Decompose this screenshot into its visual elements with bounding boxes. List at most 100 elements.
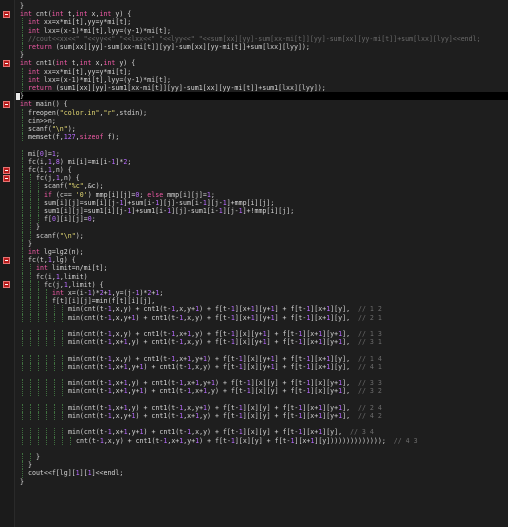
code-line[interactable]: }: [16, 51, 508, 59]
code-line[interactable]: [16, 396, 508, 404]
code-token: fc(t,: [28, 256, 48, 265]
indent-guide: [30, 379, 31, 388]
code-line[interactable]: min(cnt(t-1,x,y+1) + cnt1(t-1,x,y) + f[t…: [16, 314, 508, 322]
code-line[interactable]: [16, 420, 508, 428]
code-token: ,x,y+: [183, 403, 204, 412]
code-token: ,x+: [175, 330, 188, 338]
code-line[interactable]: f[0][i][j]=0;: [16, 215, 508, 223]
indent-guide: [22, 84, 23, 93]
code-line[interactable]: min(cnt(t-1,x+1,y) + cnt1(t-1,x,y) + f[t…: [16, 338, 508, 346]
code-line[interactable]: min(cnt(t-1,x+1,y) + cnt1(t-1,x+1,y+1) +…: [16, 379, 508, 387]
fold-toggle-icon[interactable]: [3, 174, 10, 182]
indent-guide: [30, 338, 31, 347]
code-token: ,y) + cnt1(t-: [127, 403, 180, 412]
indent-guide: [22, 125, 23, 134]
code-line[interactable]: }: [16, 453, 508, 461]
indent-guide: [30, 289, 31, 298]
code-token: ][x][y] + f[t-: [242, 403, 299, 412]
code-editor[interactable]: } int cnt(int t,int x,int y) {int xx=x*mi…: [0, 0, 508, 527]
code-token: ][x+: [310, 305, 327, 314]
code-line[interactable]: }: [16, 223, 508, 231]
code-token: mi[: [28, 149, 40, 158]
code-line[interactable]: fc(i,1,n) {: [16, 166, 508, 174]
fold-toggle-icon[interactable]: [3, 100, 10, 108]
code-line[interactable]: }: [16, 478, 508, 486]
code-line[interactable]: [16, 322, 508, 330]
code-line[interactable]: mi[0]=1;: [16, 150, 508, 158]
code-token: ],: [342, 412, 351, 420]
code-line[interactable]: f[t][i][j]=min(f[t][i][j],: [16, 297, 508, 305]
code-line[interactable]: int limit=n/mi[t];: [16, 264, 508, 272]
code-token: int: [20, 59, 36, 68]
indent-guide: [62, 379, 63, 388]
indent-guide: [22, 354, 23, 363]
fold-toggle-icon[interactable]: [3, 59, 10, 67]
code-token: ) + cnt1(t-: [143, 387, 188, 396]
code-token: f[t][i][j]=min(f[t][i][j],: [52, 297, 156, 306]
code-token: freopen(: [28, 108, 60, 117]
code-line[interactable]: int xx=x*mi[t],yy=y*mi[t];: [16, 68, 508, 76]
code-token: }: [28, 239, 32, 248]
code-line[interactable]: min(cnt(t-1,x+1,y+1) + cnt1(t-1,x+1,y) +…: [16, 387, 508, 395]
code-token: xx=x*mi[t],yy=y*mi[t];: [43, 67, 132, 76]
code-line[interactable]: scanf("%c",&c);: [16, 182, 508, 190]
code-token: ;: [159, 289, 164, 297]
code-line[interactable]: }: [16, 2, 508, 10]
code-line[interactable]: cnt(t-1,x,y) + cnt1(t-1,x+1,y+1) + f[t-1…: [16, 437, 508, 445]
code-token: ;: [127, 157, 132, 166]
code-line[interactable]: scanf("\n");: [16, 125, 508, 133]
code-line[interactable]: int lxx=(x-1)*mi[t],lyy=(y-1)*mi[t];: [16, 27, 508, 35]
code-line[interactable]: }: [16, 461, 508, 469]
code-line[interactable]: [16, 346, 508, 354]
code-token: // 3 1: [350, 338, 382, 347]
code-token: // 3 3: [350, 379, 382, 388]
code-line[interactable]: fc(t,1,lg) {: [16, 256, 508, 264]
code-line[interactable]: if (c== '0') mmp[i][j]=0; else mmp[i][j]…: [16, 191, 508, 199]
code-line[interactable]: //cout<<xx<<" "<<yy<<" "<<lxx<<" "<<lyy<…: [16, 35, 508, 43]
indent-guide: [22, 207, 23, 216]
code-line[interactable]: int cnt(int t,int x,int y) {: [16, 10, 508, 18]
code-token: f[: [44, 215, 52, 224]
code-line[interactable]: scanf("\n");: [16, 232, 508, 240]
code-line[interactable]: min(cnt(t-1,x,y+1) + cnt1(t-1,x+1,y) + f…: [16, 412, 508, 420]
code-line[interactable]: fc(i,1,8) mi[i]=mi[i-1]*2;: [16, 158, 508, 166]
fold-toggle-icon[interactable]: [3, 256, 10, 264]
code-line[interactable]: return (sum1[xx][yy]-sum1[xx-mi[t]][yy]-…: [16, 84, 508, 92]
code-line[interactable]: int main() {: [16, 100, 508, 108]
code-line[interactable]: }: [16, 240, 508, 248]
code-line[interactable]: sum1[i][j]=sum1[i][j-1]+sum1[i-1][j]-sum…: [16, 207, 508, 215]
code-line[interactable]: [16, 371, 508, 379]
code-line[interactable]: fc(i,1,limit): [16, 273, 508, 281]
code-line[interactable]: fc(j,1,n) {: [16, 174, 508, 182]
code-token: int: [103, 59, 120, 68]
fold-toggle-icon[interactable]: [3, 166, 10, 174]
code-line[interactable]: min(cnt(t-1,x+1,y+1) + cnt1(t-1,x,y) + f…: [16, 428, 508, 436]
code-line[interactable]: freopen("color.in","r",stdin);: [16, 109, 508, 117]
code-line[interactable]: min(cnt(t-1,x+1,y+1) + cnt1(t-1,x,y) + f…: [16, 363, 508, 371]
indent-guide: [22, 256, 23, 265]
code-line[interactable]: min(cnt(t-1,x+1,y) + cnt1(t-1,x,y+1) + f…: [16, 404, 508, 412]
code-line[interactable]: int x=(i-1)*2+1,y=(j-1)*2+1;: [16, 289, 508, 297]
fold-toggle-icon[interactable]: [3, 281, 10, 289]
code-line[interactable]: int lg=lg2(n);: [16, 248, 508, 256]
code-line[interactable]: int cnt1(int t,int x,int y) {: [16, 59, 508, 67]
indent-guide: [30, 354, 31, 363]
code-line[interactable]: memset(f,127,sizeof f);: [16, 133, 508, 141]
code-token: )*: [91, 289, 100, 297]
fold-toggle-icon[interactable]: [3, 10, 10, 18]
code-line[interactable]: return (sum[xx][yy]-sum[xx-mi[t]][yy]-su…: [16, 43, 508, 51]
code-line[interactable]: cin>>n;: [16, 117, 508, 125]
code-line[interactable]: }: [16, 92, 508, 101]
code-line[interactable]: sum[i][j]=sum[i][j-1]+sum[i-1][j]-sum[i-…: [16, 199, 508, 207]
code-line[interactable]: [16, 141, 508, 149]
code-token: ][x+: [294, 436, 311, 445]
code-line[interactable]: min(cnt(t-1,x,y) + cnt1(t-1,x,y+1) + f[t…: [16, 305, 508, 313]
code-line[interactable]: fc(j,1,limit) {: [16, 281, 508, 289]
code-line[interactable]: [16, 445, 508, 453]
code-token: ,x+: [111, 379, 124, 388]
code-line[interactable]: int lxx=(x-1)*mi[t],lyy=(y-1)*mi[t];: [16, 76, 508, 84]
code-line[interactable]: min(cnt(t-1,x,y) + cnt1(t-1,x+1,y+1) + f…: [16, 355, 508, 363]
code-line[interactable]: int xx=x*mi[t],yy=y*mi[t];: [16, 18, 508, 26]
code-line[interactable]: cout<<f[lg][1][1]<<endl;: [16, 469, 508, 477]
code-line[interactable]: min(cnt(t-1,x,y) + cnt1(t-1,x+1,y) + f[t…: [16, 330, 508, 338]
